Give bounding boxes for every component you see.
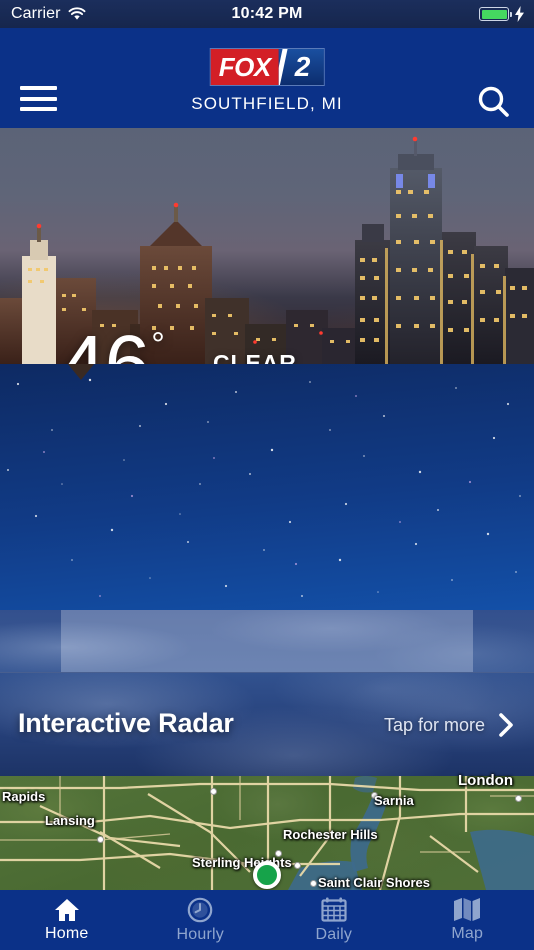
battery-icon	[479, 7, 512, 21]
clock-icon	[187, 897, 213, 922]
ad-slot[interactable]	[61, 610, 473, 672]
map-city-dot	[294, 862, 301, 869]
ad-placeholder-band[interactable]	[0, 610, 534, 672]
temperature-degree-symbol: °	[151, 326, 165, 364]
bottom-tab-bar: Home Hourly Daily Map	[0, 890, 534, 950]
map-label: Rapids	[2, 789, 46, 804]
location-label: SOUTHFIELD, MI	[191, 94, 343, 113]
tab-hourly[interactable]: Hourly	[134, 890, 268, 950]
status-bar: Carrier 10:42 PM	[0, 0, 534, 28]
current-conditions-hero[interactable]: 46 ° CLEAR FEELS LIKE 43° Updated now	[0, 128, 534, 364]
tap-for-more-label: Tap for more	[383, 714, 485, 735]
map-label: Rochester Hills	[283, 827, 378, 842]
panel-notch	[67, 364, 95, 380]
map-city-dot	[210, 788, 217, 795]
channel-number-text: 2	[294, 51, 311, 82]
map-label: Saint Clair Shores	[318, 875, 430, 890]
map-icon	[454, 898, 481, 921]
app-header: FOX 2 SOUTHFIELD, MI	[0, 28, 534, 128]
app-screen: Carrier 10:42 PM FOX 2 SOUTHFIELD, MI ° …	[0, 0, 534, 950]
tab-daily[interactable]: Daily	[267, 890, 401, 950]
tab-label: Hourly	[176, 925, 224, 943]
map-label: Lansing	[45, 813, 95, 828]
current-location-marker[interactable]	[253, 861, 281, 889]
tab-label: Home	[45, 924, 89, 942]
search-icon[interactable]	[472, 81, 516, 125]
interactive-radar-title: Interactive Radar	[18, 708, 234, 738]
map-label: Sarnia	[374, 793, 414, 808]
starfield-background	[7, 378, 521, 597]
clock-label: 10:42 PM	[231, 5, 303, 22]
current-temperature: 46 °	[60, 324, 165, 365]
fox-logo-text: FOX	[210, 49, 279, 85]
home-icon	[54, 898, 79, 921]
tab-map[interactable]: Map	[401, 890, 534, 950]
map-city-dot	[310, 880, 317, 887]
weather-details-panel: HUMIDITY 68% DEWPOINT 36° WIND SW 5 SUNR…	[0, 364, 534, 610]
map-label: London	[458, 772, 513, 789]
map-city-dot	[515, 795, 522, 802]
fox2-logo: FOX 2	[209, 48, 325, 86]
tab-label: Map	[451, 925, 484, 942]
chevron-right-icon	[499, 713, 513, 737]
current-condition-label: CLEAR	[213, 350, 297, 364]
status-bar-right	[479, 0, 525, 28]
calendar-icon	[321, 897, 347, 922]
channel-number-logo: 2	[278, 49, 324, 85]
tab-label: Daily	[315, 925, 353, 943]
radar-tap-for-more[interactable]: Tap for more	[384, 712, 515, 738]
temperature-value: 46	[60, 324, 150, 365]
map-city-dot	[97, 836, 104, 843]
tab-home[interactable]: Home	[0, 890, 134, 950]
lightning-bolt-icon	[515, 6, 524, 22]
